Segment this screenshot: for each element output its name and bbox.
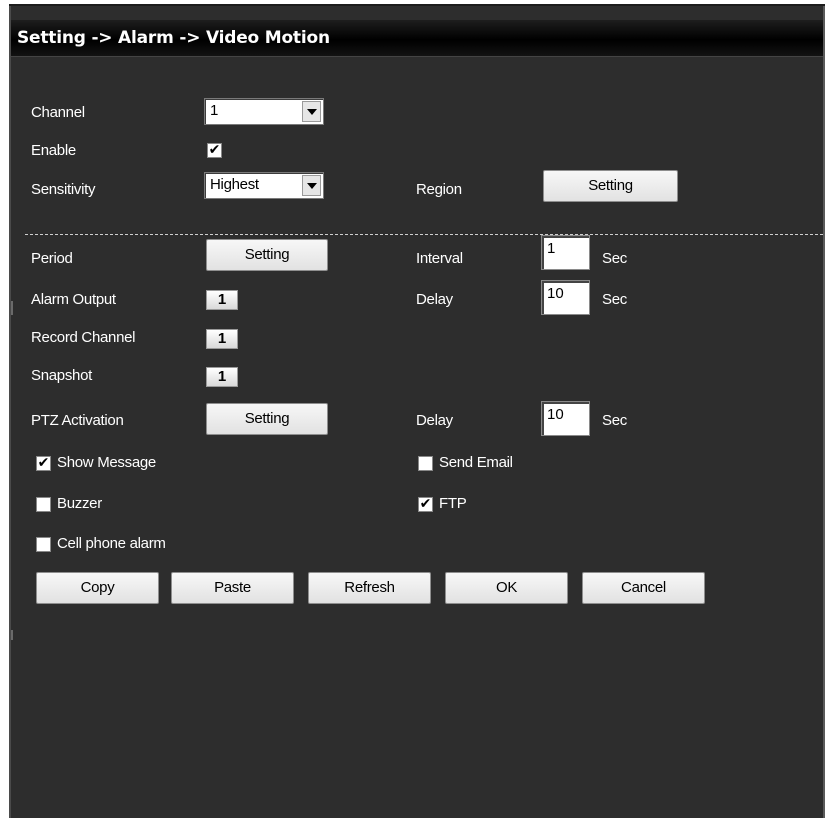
delay-unit: Sec [602,291,627,308]
paste-button[interactable]: Paste [171,572,294,604]
buzzer-label: Buzzer [57,495,102,512]
buzzer-checkbox[interactable] [36,497,51,512]
ptz-delay-input[interactable]: 10 [541,401,590,436]
left-edge-mark [11,301,13,315]
record-channel-1[interactable]: 1 [206,329,238,349]
delay-label: Delay [416,291,453,308]
delay-input[interactable]: 10 [541,280,590,315]
title-bar: Setting -> Alarm -> Video Motion [11,20,823,57]
cancel-button[interactable]: Cancel [582,572,705,604]
ptz-setting-button[interactable]: Setting [206,403,328,435]
cell-phone-alarm-label: Cell phone alarm [57,535,166,552]
sensitivity-select[interactable]: Highest [204,172,324,199]
refresh-button[interactable]: Refresh [308,572,431,604]
show-message-label: Show Message [57,454,156,471]
interval-label: Interval [416,250,463,267]
sensitivity-label: Sensitivity [31,181,96,198]
channel-value: 1 [210,102,219,119]
left-edge-mark [11,630,13,640]
ok-button[interactable]: OK [445,572,568,604]
channel-label: Channel [31,104,85,121]
send-email-label: Send Email [439,454,513,471]
chevron-down-icon[interactable] [302,175,321,196]
alarm-output-label: Alarm Output [31,291,116,308]
settings-panel: Setting -> Alarm -> Video Motion Channel… [9,6,825,818]
ptz-delay-label: Delay [416,412,453,429]
region-label: Region [416,181,462,198]
enable-label: Enable [31,142,76,159]
cell-phone-alarm-checkbox[interactable] [36,537,51,552]
chevron-down-icon[interactable] [302,101,321,122]
interval-input[interactable]: 1 [541,235,590,270]
sensitivity-value: Highest [210,176,259,193]
page-title: Setting -> Alarm -> Video Motion [17,28,330,48]
ptz-delay-unit: Sec [602,412,627,429]
channel-select[interactable]: 1 [204,98,324,125]
interval-unit: Sec [602,250,627,267]
ptz-activation-label: PTZ Activation [31,412,124,429]
alarm-output-channel-1[interactable]: 1 [206,290,238,310]
send-email-checkbox[interactable] [418,456,433,471]
region-setting-button[interactable]: Setting [543,170,678,202]
section-divider [25,234,823,235]
enable-checkbox[interactable]: ✔ [207,143,222,158]
snapshot-channel-1[interactable]: 1 [206,367,238,387]
record-channel-label: Record Channel [31,329,136,346]
ftp-checkbox[interactable]: ✔ [418,497,433,512]
ftp-label: FTP [439,495,467,512]
period-setting-button[interactable]: Setting [206,239,328,271]
copy-button[interactable]: Copy [36,572,159,604]
snapshot-label: Snapshot [31,367,92,384]
period-label: Period [31,250,73,267]
show-message-checkbox[interactable]: ✔ [36,456,51,471]
